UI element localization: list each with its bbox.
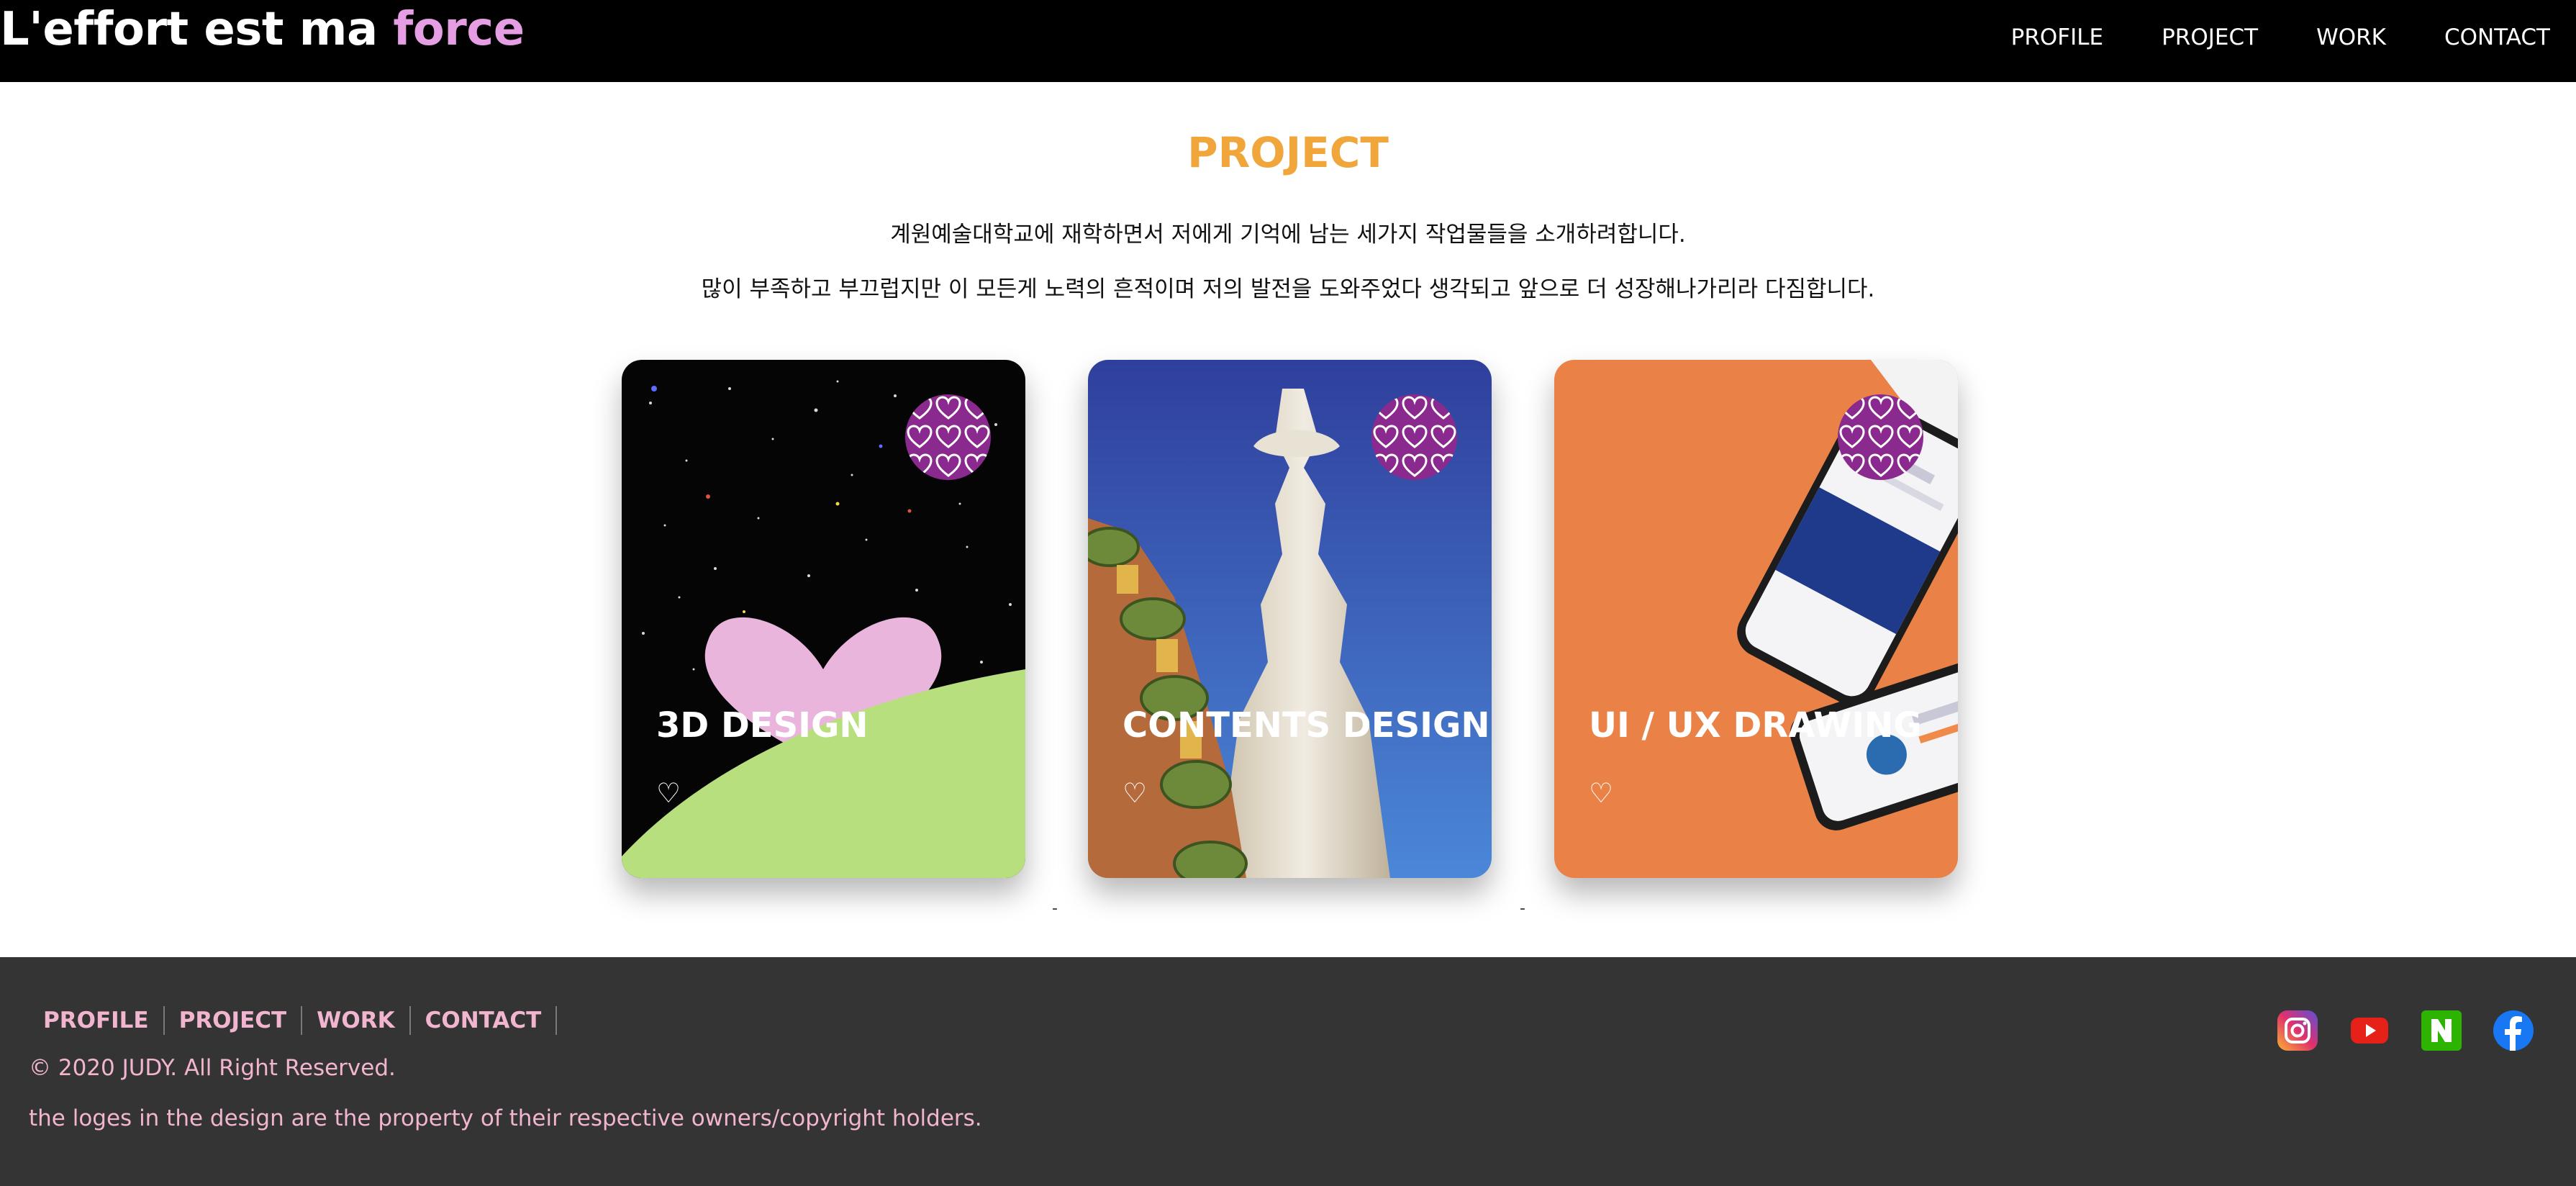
- nav-contact[interactable]: CONTACT: [2444, 24, 2550, 50]
- nav-profile[interactable]: PROFILE: [2011, 24, 2103, 50]
- logo-accent-text: force: [393, 3, 525, 56]
- divider-dash: -: [1052, 900, 1058, 918]
- nav-project[interactable]: PROJECT: [2162, 24, 2258, 50]
- section-title: PROJECT: [1187, 128, 1389, 177]
- instagram-icon[interactable]: [2276, 1009, 2319, 1052]
- card-title: 3D DESIGN: [656, 705, 869, 746]
- card-title: UI / UX DRAWING: [1589, 705, 1922, 746]
- footer-nav-profile[interactable]: PROFILE: [29, 1006, 165, 1035]
- top-header: L'effort est ma force PROFILE PROJECT WO…: [0, 0, 2576, 82]
- like-heart-icon[interactable]: ♡: [1589, 777, 1613, 809]
- footer-nav-contact[interactable]: CONTACT: [411, 1006, 558, 1035]
- footer-nav-work[interactable]: WORK: [302, 1006, 411, 1035]
- intro-line-1: 계원예술대학교에 재학하면서 저에게 기억에 남는 세가지 작업물들을 소개하려…: [890, 222, 1686, 248]
- facebook-icon[interactable]: [2492, 1009, 2535, 1052]
- copyright-text: © 2020 JUDY. All Right Reserved.: [29, 1055, 396, 1081]
- heart-badge-icon: [905, 394, 991, 480]
- site-logo[interactable]: L'effort est ma force: [0, 3, 525, 56]
- project-card-uiux-drawing[interactable]: UI / UX DRAWING ♡: [1554, 360, 1958, 878]
- project-card-3d-design[interactable]: 3D DESIGN ♡: [622, 360, 1025, 878]
- card-title: CONTENTS DESIGN: [1123, 705, 1490, 746]
- like-heart-icon[interactable]: ♡: [1123, 777, 1147, 809]
- youtube-icon[interactable]: [2348, 1009, 2391, 1052]
- footer-nav: PROFILE PROJECT WORK CONTACT: [29, 1006, 558, 1035]
- intro-line-2: 많이 부족하고 부끄럽지만 이 모든게 노력의 흔적이며 저의 발전을 도와주었…: [701, 276, 1875, 302]
- main-nav: PROFILE PROJECT WORK CONTACT: [1953, 0, 2550, 75]
- like-heart-icon[interactable]: ♡: [656, 777, 681, 809]
- project-card-contents-design[interactable]: CONTENTS DESIGN ♡: [1088, 360, 1492, 878]
- nav-work[interactable]: WORK: [2316, 24, 2386, 50]
- footer-nav-project[interactable]: PROJECT: [165, 1006, 303, 1035]
- site-footer: PROFILE PROJECT WORK CONTACT © 2020 JUDY…: [0, 957, 2576, 1186]
- divider-dash: -: [1520, 900, 1525, 918]
- naver-icon[interactable]: [2420, 1009, 2463, 1052]
- heart-badge-icon: [1838, 394, 1923, 480]
- disclaimer-text: the loges in the design are the property…: [29, 1105, 982, 1131]
- logo-text: L'effort est ma: [0, 3, 394, 56]
- heart-badge-icon: [1371, 394, 1457, 480]
